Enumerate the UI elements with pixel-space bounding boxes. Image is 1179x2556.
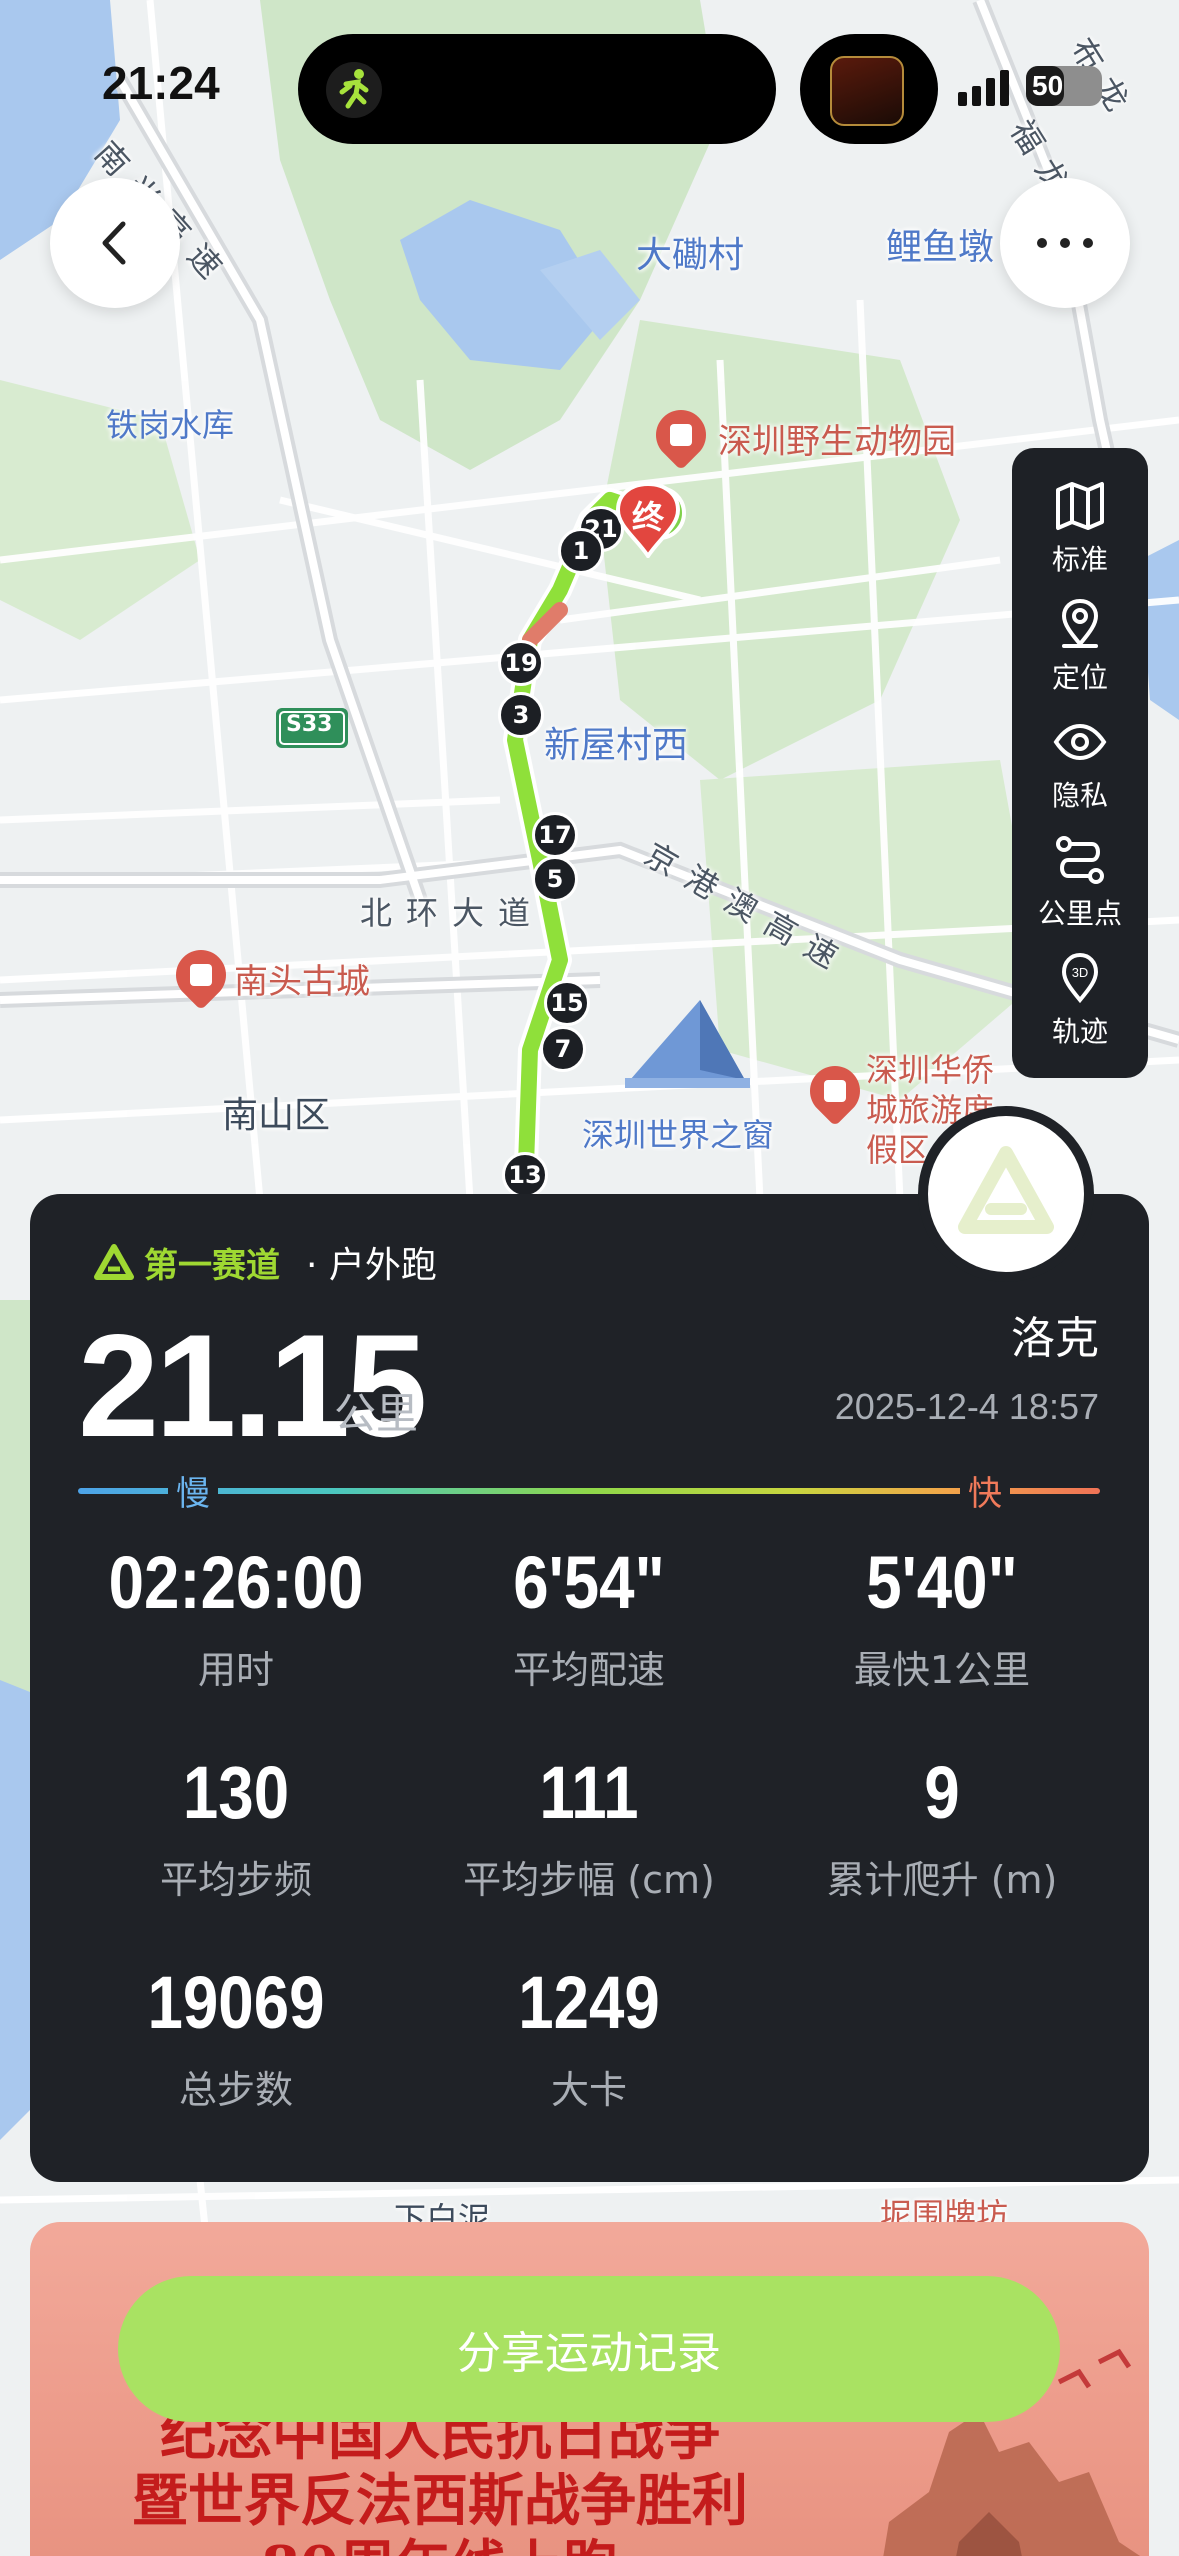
map-label-window-of-world: 深圳世界之窗	[582, 1116, 775, 1154]
pace-slow-label: 慢	[168, 1466, 218, 1515]
avatar[interactable]	[918, 1106, 1094, 1282]
km-marker-19[interactable]: 19	[498, 640, 544, 686]
game-app-icon[interactable]	[830, 56, 904, 126]
map-label-xinwucun-west: 新屋村西	[544, 725, 689, 766]
battery-level: 50	[1032, 70, 1064, 101]
metric-cadence: 130 平均步频	[60, 1750, 412, 1904]
more-dots-icon	[1037, 238, 1093, 248]
metric-duration-value: 02:26:00	[108, 1541, 364, 1624]
toolbar-privacy[interactable]: 隐私	[1012, 714, 1148, 832]
avatar-image	[928, 1116, 1084, 1272]
metric-steps-label: 总步数	[178, 2068, 293, 2112]
3d-track-icon: 3D	[1061, 952, 1099, 1004]
location-pin-icon	[1061, 598, 1099, 648]
battery-icon: 50	[1026, 66, 1102, 106]
map-label-beihuan-avenue: 北环大道	[360, 894, 545, 932]
metric-stride: 111 平均步幅 (cm)	[413, 1750, 765, 1904]
map-label-tiegang-reservoir: 铁岗水库	[106, 406, 235, 444]
metric-duration-label: 用时	[197, 1648, 274, 1692]
map-label-nantou-ancient-city: 南头古城	[234, 962, 370, 1002]
toolbar-track-label: 轨迹	[1051, 1015, 1108, 1048]
km-marker-5[interactable]: 5	[532, 856, 578, 902]
banner-text: 纪念中国人民抗日战争 暨世界反法西斯战争胜利 80周年线上跑	[30, 2402, 850, 2556]
metric-stride-label: 平均步幅 (cm)	[463, 1858, 715, 1902]
metric-elevation: 9 累计爬升 (m)	[766, 1750, 1118, 1904]
map-label-nanshan-district: 南山区	[222, 1095, 331, 1136]
more-options-button[interactable]	[1000, 178, 1130, 308]
brand-triangle-icon	[94, 1244, 134, 1280]
metric-avg-pace-value: 6'54"	[513, 1541, 665, 1624]
pace-fast-label: 快	[960, 1466, 1010, 1515]
map-label-liyudun: 鲤鱼墩	[886, 227, 995, 268]
route-points-icon	[1056, 836, 1104, 884]
cellular-signal-icon	[958, 70, 1009, 106]
map-label-dalecun: 大磡村	[636, 235, 745, 276]
end-marker[interactable]: 终	[616, 482, 680, 558]
map-toolbar: 标准 定位 隐私 公里点 3D 轨迹	[1012, 448, 1148, 1078]
km-marker-1[interactable]: 1	[558, 528, 604, 574]
banner-line-3: 80周年线上跑	[30, 2534, 850, 2556]
metric-calories-value: 1249	[518, 1961, 660, 2044]
toolbar-track[interactable]: 3D 轨迹	[1012, 950, 1148, 1068]
metric-cadence-label: 平均步频	[159, 1858, 312, 1902]
activity-date-time: 2025-12-4 18:57	[834, 1386, 1099, 1427]
map-label-shenzhen-zoo: 深圳野生动物园	[718, 422, 956, 462]
metric-elevation-label: 累计爬升 (m)	[826, 1858, 1058, 1902]
brand-name: 第一赛道	[144, 1245, 280, 1286]
toolbar-standard[interactable]: 标准	[1012, 478, 1148, 596]
map-book-icon	[1056, 482, 1104, 530]
toolbar-km-points-label: 公里点	[1037, 897, 1122, 930]
status-time: 21:24	[102, 57, 220, 109]
metric-avg-pace-label: 平均配速	[512, 1648, 665, 1692]
brand-logo-icon	[958, 1146, 1054, 1234]
user-name: 洛克	[1011, 1313, 1099, 1364]
banner-line-2: 暨世界反法西斯战争胜利	[132, 2468, 748, 2534]
metric-steps-value: 19069	[147, 1961, 325, 2044]
km-marker-7[interactable]: 7	[540, 1026, 586, 1072]
pace-gradient-bar	[78, 1488, 1100, 1494]
map-label-s33: S33	[286, 712, 333, 737]
metric-steps: 19069 总步数	[60, 1960, 412, 2114]
metric-calories: 1249 大卡	[413, 1960, 765, 2114]
toolbar-locate[interactable]: 定位	[1012, 596, 1148, 714]
end-marker-label: 终	[631, 498, 664, 536]
toolbar-locate-label: 定位	[1051, 661, 1108, 694]
running-activity-icon	[326, 62, 382, 118]
km-marker-17[interactable]: 17	[532, 812, 578, 858]
metric-fastest-km-value: 5'40"	[866, 1541, 1018, 1624]
km-marker-13[interactable]: 13	[502, 1152, 548, 1198]
back-button[interactable]	[50, 178, 180, 308]
svg-text:3D: 3D	[1072, 965, 1089, 980]
distance-unit: 公里	[334, 1389, 419, 1438]
toolbar-km-points[interactable]: 公里点	[1012, 832, 1148, 950]
km-marker-15[interactable]: 15	[544, 980, 590, 1026]
share-record-button[interactable]: 分享运动记录	[118, 2276, 1060, 2422]
metric-cadence-value: 130	[182, 1751, 290, 1834]
metric-duration: 02:26:00 用时	[60, 1540, 412, 1694]
metric-elevation-value: 9	[924, 1751, 960, 1834]
toolbar-standard-label: 标准	[1051, 543, 1108, 576]
sport-type: · 户外跑	[306, 1245, 437, 1286]
metric-fastest-km: 5'40" 最快1公里	[766, 1540, 1118, 1694]
km-marker-3[interactable]: 3	[498, 692, 544, 738]
toolbar-privacy-label: 隐私	[1051, 779, 1108, 812]
metric-stride-value: 111	[539, 1751, 639, 1834]
eye-icon	[1053, 723, 1107, 761]
metric-avg-pace: 6'54" 平均配速	[413, 1540, 765, 1694]
chevron-left-icon	[102, 221, 126, 265]
metric-calories-label: 大卡	[550, 2068, 627, 2112]
brand: 第一赛道 · 户外跑	[94, 1236, 437, 1288]
metric-fastest-km-label: 最快1公里	[853, 1648, 1031, 1692]
